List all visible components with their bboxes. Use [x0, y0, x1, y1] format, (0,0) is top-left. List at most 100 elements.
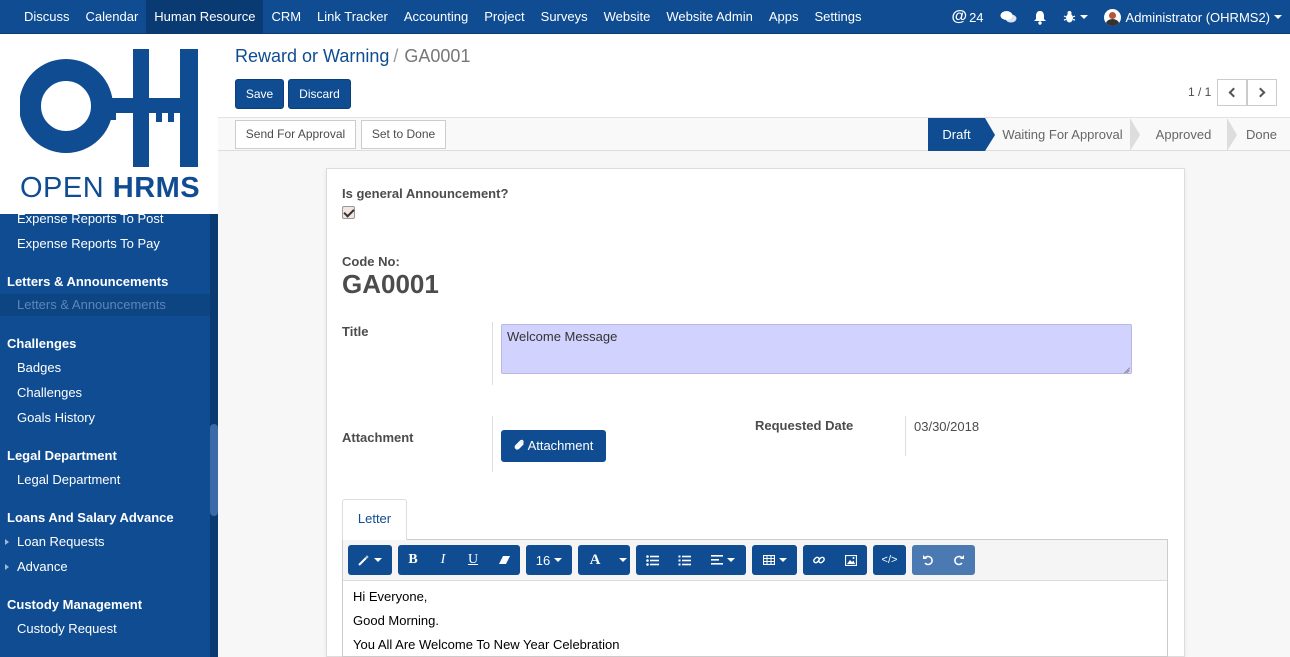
sidebar: OPEN HRMS Expense Reports To Post Expens… [0, 34, 218, 657]
requested-date-value: 03/30/2018 [914, 419, 980, 434]
bold-button[interactable]: B [398, 545, 428, 575]
messages-button[interactable] [992, 0, 1025, 34]
sidebar-section-legal: Legal Department [7, 448, 117, 463]
sidebar-scrollbar-thumb[interactable] [210, 424, 218, 516]
paragraph-group [636, 545, 746, 575]
font-color-button[interactable]: A [578, 545, 612, 575]
menu-website-admin[interactable]: Website Admin [658, 0, 760, 34]
attachment-button[interactable]: Attachment [501, 430, 606, 462]
discard-button[interactable]: Discard [288, 79, 351, 109]
menu-calendar[interactable]: Calendar [78, 0, 147, 34]
editor-paragraph: Good Morning. [353, 613, 439, 628]
menu-human-resource[interactable]: Human Resource [146, 0, 264, 34]
sidebar-item-custody-request[interactable]: Custody Request [17, 621, 117, 636]
sidebar-item-goals-history[interactable]: Goals History [17, 410, 95, 425]
sidebar-item-advance[interactable]: Advance [17, 559, 68, 574]
sidebar-item-badges[interactable]: Badges [17, 360, 61, 375]
user-name: Administrator (OHRMS2) [1125, 9, 1270, 25]
stage-approved[interactable]: Approved [1140, 118, 1227, 151]
font-color-dropdown[interactable] [612, 545, 630, 575]
set-to-done-button[interactable]: Set to Done [361, 120, 446, 149]
mentions-button[interactable]: @ 24 [943, 0, 991, 34]
unordered-list-icon [645, 554, 659, 566]
align-button[interactable] [700, 545, 746, 575]
underline-button[interactable]: U [458, 545, 488, 575]
stage-draft[interactable]: Draft [928, 118, 985, 151]
pager-previous-button[interactable] [1217, 79, 1247, 106]
field-divider [492, 416, 493, 472]
align-left-icon [711, 555, 723, 565]
avatar [1103, 8, 1121, 26]
letter-editor: B I U 16 A </> Hi Everyone, Good Morning… [342, 539, 1168, 657]
editor-paragraph: You All Are Welcome To New Year Celebrat… [353, 637, 620, 652]
chevron-down-icon [1079, 15, 1088, 19]
editor-paragraph: Hi Everyone, [353, 589, 428, 604]
clear-format-button[interactable] [488, 545, 520, 575]
chevron-down-icon [1274, 15, 1282, 19]
ordered-list-button[interactable] [668, 545, 700, 575]
at-icon: @ [951, 8, 968, 25]
notifications-button[interactable] [1025, 0, 1055, 34]
general-announcement-checkbox[interactable] [342, 206, 355, 219]
unordered-list-button[interactable] [636, 545, 668, 575]
menu-website[interactable]: Website [596, 0, 659, 34]
debug-menu[interactable] [1055, 0, 1096, 34]
resize-grip-icon[interactable] [1123, 365, 1130, 372]
user-menu[interactable]: Administrator (OHRMS2) [1096, 0, 1290, 34]
stage-waiting-for-approval[interactable]: Waiting For Approval [995, 118, 1130, 151]
sidebar-item-loan-requests[interactable]: Loan Requests [17, 534, 104, 549]
style-button[interactable] [348, 545, 392, 575]
breadcrumb-separator: / [393, 46, 399, 66]
menu-apps[interactable]: Apps [761, 0, 807, 34]
table-icon [762, 555, 775, 565]
save-button[interactable]: Save [235, 79, 284, 109]
send-for-approval-button[interactable]: Send For Approval [235, 120, 356, 149]
editor-content[interactable]: Hi Everyone, Good Morning. You All Are W… [353, 590, 619, 657]
table-button[interactable] [752, 545, 797, 575]
chevron-down-icon [727, 558, 735, 562]
breadcrumb-parent[interactable]: Reward or Warning [235, 46, 389, 66]
sidebar-section-custody: Custody Management [7, 597, 143, 612]
sidebar-item-letters-announcements[interactable]: Letters & Announcements [0, 294, 210, 316]
menu-settings[interactable]: Settings [806, 0, 869, 34]
link-button[interactable] [803, 545, 835, 575]
statusbar: Send For Approval Set to Done Draft Wait… [218, 118, 1290, 151]
stage-arrow [985, 118, 995, 151]
sidebar-item-expense-reports-to-pay[interactable]: Expense Reports To Pay [17, 236, 160, 251]
control-panel: Reward or Warning / GA0001 Save Discard 1 … [218, 34, 1290, 118]
title-input[interactable]: Welcome Message [501, 324, 1132, 374]
chevron-down-icon [554, 558, 563, 562]
italic-button[interactable]: I [428, 545, 458, 575]
italic-icon: I [440, 552, 446, 567]
underline-icon: U [467, 552, 479, 567]
pager-next-button[interactable] [1247, 79, 1277, 106]
code-view-button[interactable]: </> [873, 545, 906, 575]
undo-button[interactable] [912, 545, 943, 575]
font-size-dropdown[interactable]: 16 [526, 545, 572, 575]
sidebar-item-challenges[interactable]: Challenges [17, 385, 82, 400]
field-divider [492, 322, 493, 385]
redo-button[interactable] [943, 545, 975, 575]
app-menu: Discuss Calendar Human Resource CRM Link… [16, 0, 869, 34]
sidebar-item-expense-reports-to-post[interactable]: Expense Reports To Post [17, 211, 163, 226]
menu-link-tracker[interactable]: Link Tracker [309, 0, 396, 34]
redo-icon [954, 555, 964, 566]
sidebar-item-legal-department[interactable]: Legal Department [17, 472, 120, 487]
menu-surveys[interactable]: Surveys [533, 0, 596, 34]
paperclip-icon [514, 439, 524, 450]
tab-letter[interactable]: Letter [342, 499, 407, 540]
openhrms-logo-icon [20, 49, 198, 167]
systray: @ 24 Administrator (OHRMS2) [943, 0, 1290, 34]
breadcrumb: Reward or Warning / GA0001 [235, 46, 470, 67]
sidebar-section-loans: Loans And Salary Advance [7, 510, 174, 525]
bug-icon [1063, 11, 1075, 23]
menu-crm[interactable]: CRM [263, 0, 309, 34]
font-color-icon: A [589, 551, 601, 568]
image-button[interactable] [835, 545, 867, 575]
chevron-left-icon [1228, 87, 1239, 98]
attachment-label: Attachment [342, 430, 414, 445]
stage-done[interactable]: Done [1237, 118, 1286, 151]
menu-discuss[interactable]: Discuss [16, 0, 78, 34]
menu-accounting[interactable]: Accounting [396, 0, 476, 34]
menu-project[interactable]: Project [476, 0, 532, 34]
